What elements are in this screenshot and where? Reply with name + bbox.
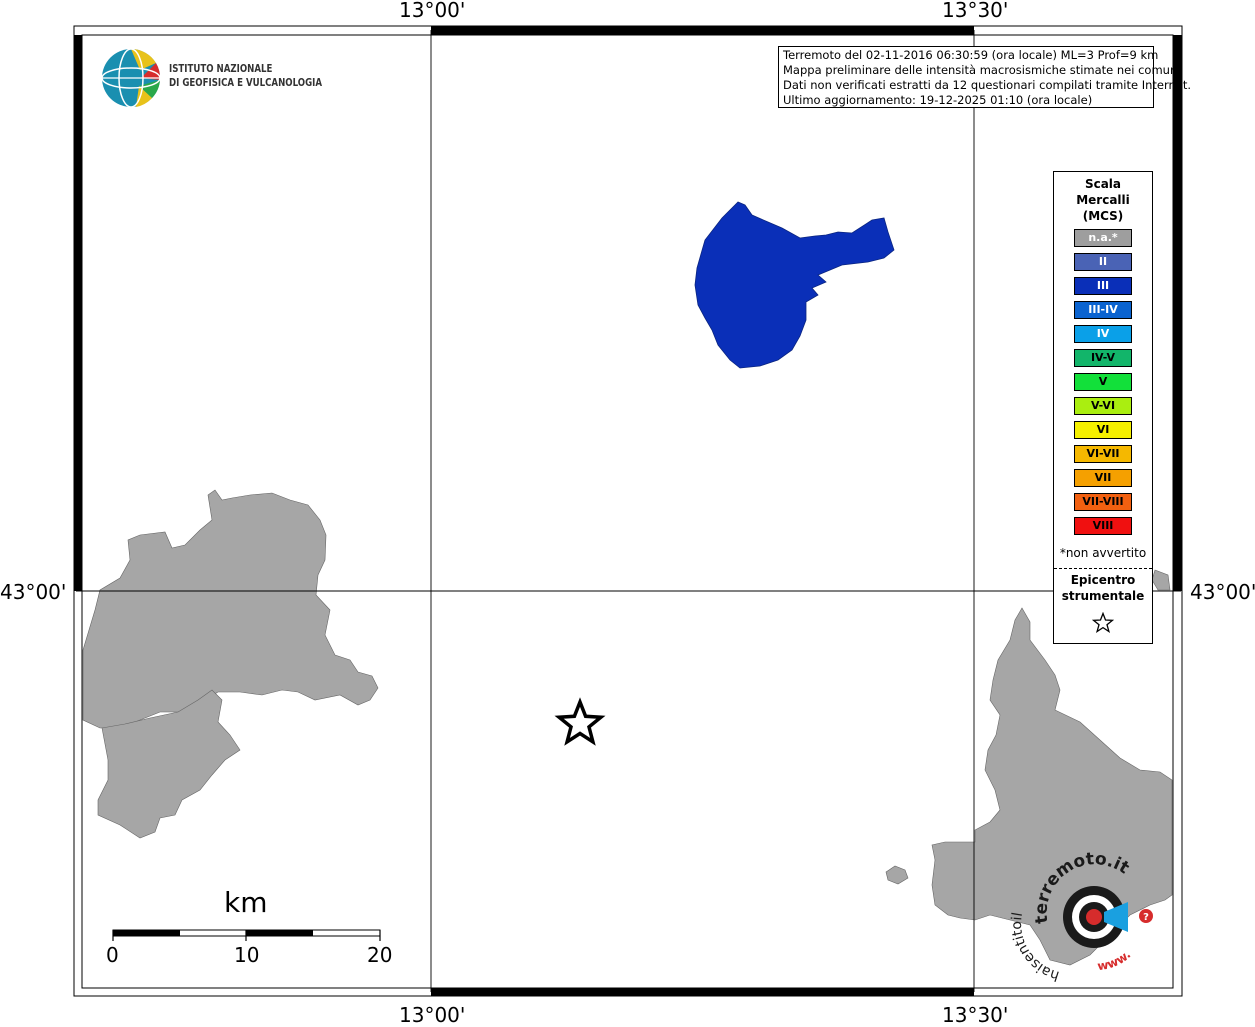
legend-swatch-vi-vii: VI-VII <box>1074 445 1132 463</box>
scale-unit-label: km <box>224 886 268 919</box>
legend-swatch-vii: VII <box>1074 469 1132 487</box>
legend-separator <box>1054 568 1152 569</box>
legend-epicenter-line2: strumentale <box>1061 589 1145 603</box>
frame-segment-top <box>431 26 974 35</box>
scale-bar <box>112 929 381 941</box>
info-line-updated: Ultimo aggiornamento: 19-12-2025 01:10 (… <box>783 93 1093 107</box>
lon-label-bottom-right: 13°30' <box>942 1003 1009 1027</box>
institute-name-line1: ISTITUTO NAZIONALE <box>169 63 273 75</box>
comune-polygon-na-east[interactable] <box>931 607 1173 966</box>
comune-polygon-na-east-small[interactable] <box>885 865 909 885</box>
comune-polygon-intensity-III[interactable] <box>694 201 895 369</box>
legend-title-line2: Mercalli <box>1076 193 1130 207</box>
legend-swatch-iv-v: IV-V <box>1074 349 1132 367</box>
epicenter-star[interactable] <box>554 697 606 746</box>
institute-name: ISTITUTO NAZIONALE DI GEOFISICA E VULCAN… <box>169 62 322 90</box>
lat-label-right: 43°00' <box>1190 580 1255 604</box>
earthquake-info-box: Terremoto del 02-11-2016 06:30:59 (ora l… <box>778 46 1192 108</box>
svg-text:?: ? <box>1143 912 1149 923</box>
comune-polygon-na-east-edge[interactable] <box>1151 569 1171 591</box>
lon-label-top-left: 13°00' <box>399 0 466 22</box>
legend-swatch-iv: IV <box>1074 325 1132 343</box>
frame-segment-right <box>1173 35 1182 591</box>
comune-polygon-na-west[interactable] <box>82 489 379 729</box>
legend-swatch-ii: II <box>1074 253 1132 271</box>
legend-swatch-v: V <box>1074 373 1132 391</box>
legend-epicenter-label: Epicentro strumentale <box>1054 572 1152 604</box>
lon-label-bottom-left: 13°00' <box>399 1003 466 1027</box>
legend-title-line1: Scala <box>1084 177 1122 191</box>
info-line-data: Dati non verificati estratti da 12 quest… <box>783 78 1192 92</box>
info-line-map: Mappa preliminare delle intensità macros… <box>783 63 1181 77</box>
svg-text:www.: www. <box>1096 947 1133 973</box>
institute-name-line2: DI GEOFISICA E VULCANOLOGIA <box>169 77 323 89</box>
legend-epicenter-line1: Epicentro <box>1070 573 1136 587</box>
ingv-logo-icon <box>101 48 161 108</box>
legend-title: Scala Mercalli (MCS) <box>1054 176 1152 224</box>
scale-tick-10: 10 <box>234 943 260 967</box>
legend-title-line3: (MCS) <box>1082 209 1124 223</box>
watermark-text-bottom: www. <box>1096 947 1133 973</box>
mcs-legend: Scala Mercalli (MCS) n.a.* II III III-IV IV I… <box>1053 171 1153 644</box>
legend-star-icon <box>1092 612 1114 634</box>
info-line-event: Terremoto del 02-11-2016 06:30:59 (ora l… <box>783 48 1159 62</box>
legend-swatch-v-vi: V-VI <box>1074 397 1132 415</box>
legend-swatch-vii-viii: VII-VIII <box>1074 493 1132 511</box>
legend-note: *non avvertito <box>1059 546 1147 560</box>
frame-segment-bottom <box>431 988 974 996</box>
legend-swatch-iii-iv: III-IV <box>1074 301 1132 319</box>
legend-swatch-vi: VI <box>1074 421 1132 439</box>
lat-label-left: 43°00' <box>0 580 67 604</box>
legend-swatch-iii: III <box>1074 277 1132 295</box>
scale-tick-0: 0 <box>106 943 119 967</box>
lon-label-top-right: 13°30' <box>942 0 1009 22</box>
frame-segment-left <box>74 35 82 591</box>
legend-swatch-n-a: n.a.* <box>1074 229 1132 247</box>
scale-tick-20: 20 <box>367 943 393 967</box>
legend-swatch-viii: VIII <box>1074 517 1132 535</box>
